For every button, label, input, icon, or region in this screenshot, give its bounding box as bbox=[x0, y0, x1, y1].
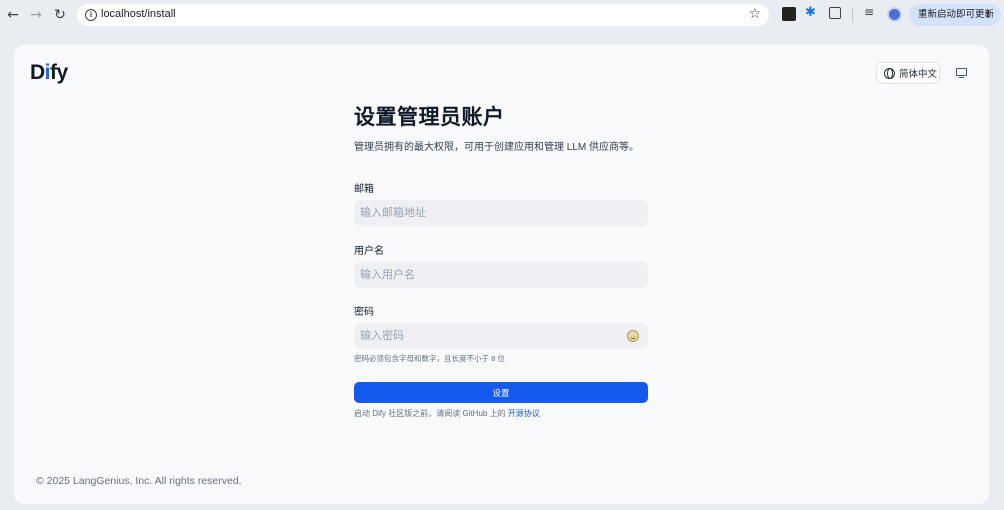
admin-setup-form: 设置管理员账户 管理员拥有的最大权限，可用于创建应用和管理 LLM 供应商等。 … bbox=[354, 101, 648, 419]
extensions-menu-icon[interactable] bbox=[829, 7, 841, 19]
update-browser-button[interactable]: 重新启动即可更新 ⋮ bbox=[909, 4, 1001, 26]
monitor-icon[interactable] bbox=[956, 68, 967, 79]
username-field-wrapper bbox=[354, 262, 648, 288]
open-source-license-link[interactable]: 开源协议 bbox=[508, 409, 540, 418]
email-field[interactable] bbox=[354, 200, 648, 226]
language-label: 简体中文 bbox=[899, 69, 938, 80]
password-hint: 密码必须包含字母和数字，且长度不小于 8 位 bbox=[354, 354, 505, 363]
bookmark-star-icon[interactable]: ☆ bbox=[748, 6, 761, 22]
page-subtitle: 管理员拥有的最大权限，可用于创建应用和管理 LLM 供应商等。 bbox=[354, 142, 640, 153]
password-label: 密码 bbox=[354, 307, 374, 318]
copyright-footer: © 2025 LangGenius, Inc. All rights reser… bbox=[36, 475, 242, 487]
more-menu-icon[interactable]: ⋮ bbox=[984, 4, 994, 26]
reload-icon[interactable]: ↻ bbox=[51, 6, 69, 24]
extension-black-icon[interactable] bbox=[782, 7, 796, 21]
address-bar[interactable]: i localhost/install ☆ bbox=[77, 4, 769, 26]
profile-avatar-icon[interactable] bbox=[887, 7, 902, 22]
email-label: 邮箱 bbox=[354, 184, 374, 195]
setup-button[interactable]: 设置 bbox=[354, 382, 648, 403]
username-field[interactable] bbox=[354, 262, 648, 288]
dify-logo: Dify bbox=[30, 61, 68, 84]
username-label: 用户名 bbox=[354, 246, 384, 257]
browser-toolbar: ← → ↻ i localhost/install ☆ ✱ ≡ 重新启动即可更新… bbox=[0, 0, 1004, 30]
site-info-icon[interactable]: i bbox=[85, 9, 97, 21]
page-title: 设置管理员账户 bbox=[354, 106, 505, 129]
show-password-icon[interactable] bbox=[627, 330, 639, 342]
email-field-wrapper bbox=[354, 200, 648, 226]
password-field-wrapper bbox=[354, 323, 648, 349]
forward-icon[interactable]: → bbox=[27, 6, 45, 24]
reading-list-icon[interactable]: ≡ bbox=[864, 5, 878, 19]
back-icon[interactable]: ← bbox=[4, 6, 22, 24]
toolbar-divider bbox=[852, 8, 853, 22]
agreement-note: 启动 Dify 社区版之前，请阅读 GitHub 上的 开源协议 bbox=[354, 408, 648, 419]
install-page: Dify 简体中文 设置管理员账户 管理员拥有的最大权限，可用于创建应用和管理 … bbox=[14, 45, 989, 504]
extension-blue-puzzle-icon[interactable]: ✱ bbox=[805, 5, 819, 20]
url-text[interactable]: localhost/install bbox=[101, 8, 176, 20]
globe-icon bbox=[884, 67, 895, 79]
language-selector[interactable]: 简体中文 bbox=[876, 62, 940, 84]
password-field[interactable] bbox=[354, 323, 648, 349]
agreement-text: 启动 Dify 社区版之前，请阅读 GitHub 上的 bbox=[354, 409, 508, 418]
